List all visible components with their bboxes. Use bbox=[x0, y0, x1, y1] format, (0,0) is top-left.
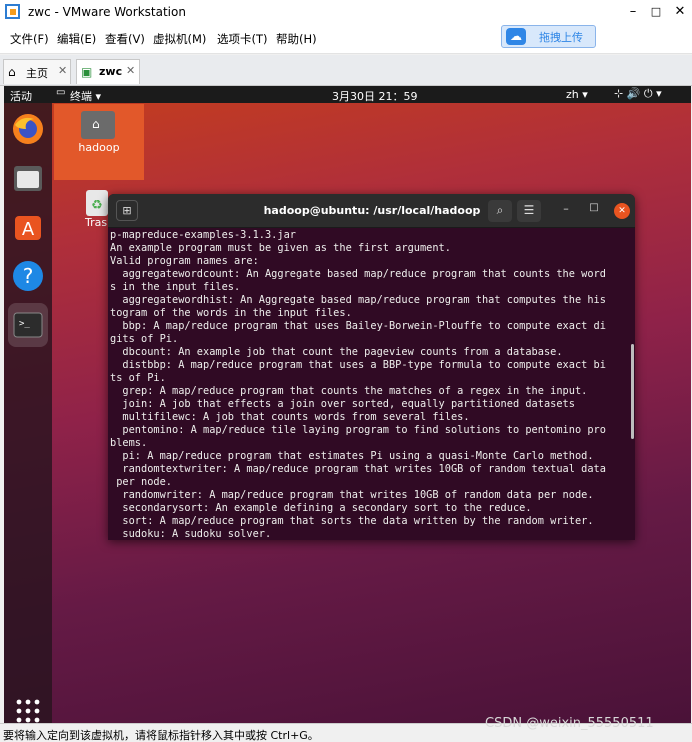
vm-running-icon: ▣ bbox=[81, 65, 93, 79]
folder-home-icon: ⌂ bbox=[81, 111, 115, 139]
svg-text:♻: ♻ bbox=[91, 198, 103, 213]
terminal-line: randomtextwriter: A map/reduce program t… bbox=[110, 463, 606, 475]
terminal-window[interactable]: ⊞ hadoop@ubuntu: /usr/local/hadoop ⌕ ☰ –… bbox=[108, 194, 635, 540]
desktop-folder-hadoop[interactable]: ⌂ hadoop bbox=[54, 104, 144, 180]
drag-upload-button[interactable]: ☁ 拖拽上传 bbox=[501, 25, 596, 48]
software-icon[interactable]: A bbox=[8, 207, 48, 247]
help-icon[interactable]: ? bbox=[8, 256, 48, 296]
ubuntu-dock: A ? >_ bbox=[4, 103, 52, 723]
terminal-line: blems. bbox=[110, 437, 148, 449]
terminal-line: aggregatewordhist: An Aggregate based ma… bbox=[110, 294, 606, 306]
language-menu[interactable]: zh ▾ bbox=[566, 88, 588, 101]
trash-icon: ♻ bbox=[86, 190, 108, 216]
status-text: 要将输入定向到该虚拟机，请将鼠标指针移入其中或按 Ctrl+G。 bbox=[3, 729, 319, 742]
drag-upload-label: 拖拽上传 bbox=[539, 31, 583, 44]
terminal-line: sort: A map/reduce program that sorts th… bbox=[110, 515, 594, 527]
menu-file[interactable]: 文件(F) bbox=[10, 31, 49, 47]
terminal-line: ts of Pi. bbox=[110, 372, 166, 384]
menu-vm[interactable]: 虚拟机(M) bbox=[153, 31, 206, 47]
tab-vm-close-icon[interactable]: ✕ bbox=[126, 64, 135, 77]
menu-tabs[interactable]: 选项卡(T) bbox=[217, 31, 268, 47]
tab-vm-label: zwc bbox=[99, 65, 123, 78]
terminal-line: sudoku: A sudoku solver. bbox=[110, 528, 272, 540]
svg-text:>_: >_ bbox=[19, 319, 30, 329]
terminal-minimize-icon[interactable]: – bbox=[558, 202, 574, 215]
terminal-scrollbar[interactable] bbox=[631, 344, 634, 439]
terminal-line: aggregatewordcount: An Aggregate based m… bbox=[110, 268, 606, 280]
terminal-output[interactable]: p-mapreduce-examples-3.1.3.jar An example… bbox=[110, 228, 632, 540]
window-title: zwc - VMware Workstation bbox=[28, 5, 186, 19]
close-button[interactable]: ✕ bbox=[671, 3, 689, 21]
app-menu-terminal[interactable]: 终端 ▾ bbox=[70, 88, 101, 104]
system-status-icons[interactable]: ⊹ 🔊 ⏻ ▾ bbox=[614, 87, 662, 101]
tab-home[interactable]: ⌂ 主页 ✕ bbox=[3, 59, 71, 84]
terminal-line: join: A job that effects a join over sor… bbox=[110, 398, 575, 410]
tab-bar: ⌂ 主页 ✕ ▣ zwc ✕ bbox=[0, 55, 692, 86]
terminal-line: distbbp: A map/reduce program that uses … bbox=[110, 359, 606, 371]
terminal-line: bbp: A map/reduce program that uses Bail… bbox=[110, 320, 606, 332]
terminal-line: gits of Pi. bbox=[110, 333, 179, 345]
terminal-line: p-mapreduce-examples-3.1.3.jar bbox=[110, 229, 296, 241]
show-applications-icon[interactable] bbox=[8, 691, 48, 723]
cloud-icon: ☁ bbox=[506, 28, 526, 45]
terminal-line: multifilewc: A job that counts words fro… bbox=[110, 411, 470, 423]
terminal-line: s in the input files. bbox=[110, 281, 241, 293]
vmware-app-icon bbox=[5, 4, 20, 19]
terminal-line: secondarysort: An example defining a sec… bbox=[110, 502, 532, 514]
ubuntu-top-bar: 活动 ▭ 终端 ▾ 3月30日 21：59 zh ▾ ⊹ 🔊 ⏻ ▾ bbox=[4, 86, 691, 103]
terminal-line: grep: A map/reduce program that counts t… bbox=[110, 385, 588, 397]
terminal-line: An example program must be given as the … bbox=[110, 242, 451, 254]
menu-edit[interactable]: 编辑(E) bbox=[57, 31, 96, 47]
tab-home-label: 主页 bbox=[26, 67, 48, 80]
terminal-dock-icon[interactable]: >_ bbox=[8, 303, 48, 347]
menu-view[interactable]: 查看(V) bbox=[105, 31, 145, 47]
terminal-line: pentomino: A map/reduce tile laying prog… bbox=[110, 424, 606, 436]
hamburger-menu-icon[interactable]: ☰ bbox=[517, 200, 541, 222]
window-title-bar: zwc - VMware Workstation – □ ✕ bbox=[0, 0, 692, 24]
terminal-title: hadoop@ubuntu: /usr/local/hadoop bbox=[263, 204, 481, 217]
tab-vm-zwc[interactable]: ▣ zwc ✕ bbox=[76, 59, 140, 84]
activities-button[interactable]: 活动 bbox=[10, 88, 32, 104]
files-icon[interactable] bbox=[8, 158, 48, 198]
menu-help[interactable]: 帮助(H) bbox=[276, 31, 317, 47]
home-icon: ⌂ bbox=[8, 65, 16, 79]
terminal-line: dbcount: An example job that count the p… bbox=[110, 346, 563, 358]
minimize-button[interactable]: – bbox=[624, 3, 642, 21]
terminal-line: pi: A map/reduce program that estimates … bbox=[110, 450, 594, 462]
terminal-maximize-icon[interactable]: □ bbox=[586, 202, 602, 213]
terminal-app-icon: ▭ bbox=[56, 87, 66, 98]
search-icon[interactable]: ⌕ bbox=[488, 200, 512, 222]
maximize-button[interactable]: □ bbox=[647, 3, 665, 21]
terminal-line: Valid program names are: bbox=[110, 255, 259, 267]
terminal-close-icon[interactable]: ✕ bbox=[614, 203, 630, 219]
terminal-header-bar: ⊞ hadoop@ubuntu: /usr/local/hadoop ⌕ ☰ –… bbox=[108, 194, 635, 228]
terminal-line: randomwriter: A map/reduce program that … bbox=[110, 489, 594, 501]
svg-text:A: A bbox=[22, 219, 35, 240]
terminal-line: togram of the words in the input files. bbox=[110, 307, 352, 319]
firefox-icon[interactable] bbox=[8, 109, 48, 149]
vm-display[interactable]: 活动 ▭ 终端 ▾ 3月30日 21：59 zh ▾ ⊹ 🔊 ⏻ ▾ A ? >… bbox=[4, 86, 691, 723]
folder-label: hadoop bbox=[78, 141, 120, 154]
watermark: CSDN @weixin_55550511 bbox=[485, 716, 654, 731]
svg-text:?: ? bbox=[23, 264, 34, 288]
clock[interactable]: 3月30日 21：59 bbox=[332, 88, 418, 104]
terminal-line: per node. bbox=[110, 476, 172, 488]
new-tab-icon[interactable]: ⊞ bbox=[116, 200, 138, 221]
trash-label: Tras bbox=[85, 216, 108, 229]
tab-home-close-icon[interactable]: ✕ bbox=[58, 64, 67, 77]
